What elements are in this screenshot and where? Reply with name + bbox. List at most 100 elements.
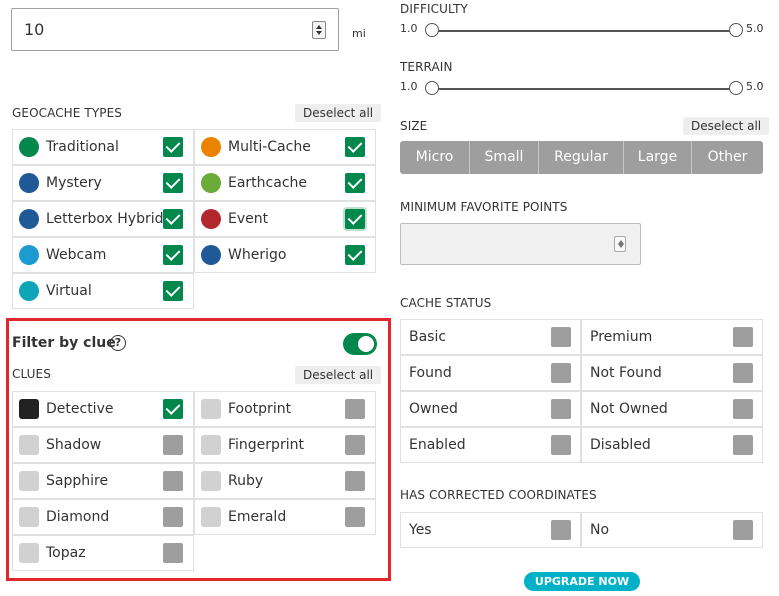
clue-label: Diamond [46, 509, 110, 525]
terrain-label: TERRAIN [400, 60, 453, 74]
clue-checkbox[interactable] [345, 399, 365, 419]
geocache-type-item[interactable]: Wherigo [194, 237, 376, 273]
corrected-coords-label: Yes [409, 522, 432, 538]
geocache-type-label: Virtual [46, 283, 92, 299]
cache-status-checkbox[interactable] [551, 327, 571, 347]
size-option-other[interactable]: Other [692, 141, 763, 174]
terrain-track[interactable] [432, 88, 736, 90]
size-deselect-all[interactable]: Deselect all [683, 117, 770, 135]
clue-checkbox[interactable] [163, 471, 183, 491]
clue-item[interactable]: Sapphire [12, 463, 194, 499]
clue-checkbox[interactable] [163, 507, 183, 527]
clue-item[interactable]: Detective [12, 391, 194, 427]
cache-status-checkbox[interactable] [733, 363, 753, 383]
cache-status-item[interactable]: Owned [400, 391, 581, 427]
difficulty-min-handle[interactable] [425, 23, 439, 37]
cache-status-checkbox[interactable] [551, 399, 571, 419]
clue-label: Ruby [228, 473, 264, 489]
clue-checkbox[interactable] [345, 471, 365, 491]
stepper-down-icon[interactable] [618, 244, 624, 248]
cache-status-label: CACHE STATUS [400, 296, 492, 310]
cache-status-item[interactable]: Not Found [581, 355, 763, 391]
cache-status-checkbox[interactable] [733, 327, 753, 347]
geocache-type-checkbox[interactable] [163, 173, 183, 193]
geocache-type-checkbox[interactable] [163, 209, 183, 229]
wherigo-icon [201, 245, 221, 265]
min-fav-points-input[interactable] [400, 223, 641, 265]
clue-checkbox[interactable] [345, 435, 365, 455]
cache-status-item[interactable]: Premium [581, 319, 763, 355]
stepper-down-icon[interactable] [316, 31, 322, 35]
corrected-coords-label: HAS CORRECTED COORDINATES [400, 488, 597, 502]
cache-status-item[interactable]: Not Owned [581, 391, 763, 427]
clue-checkbox[interactable] [163, 435, 183, 455]
detective-icon [19, 399, 39, 419]
footprint-icon [201, 399, 221, 419]
size-option-small[interactable]: Small [470, 141, 539, 174]
clue-item[interactable]: Diamond [12, 499, 194, 535]
geocache-type-checkbox[interactable] [345, 137, 365, 157]
traditional-icon [19, 137, 39, 157]
cache-status-checkbox[interactable] [733, 435, 753, 455]
clue-checkbox[interactable] [345, 507, 365, 527]
min-fav-points-stepper[interactable] [614, 236, 626, 252]
clue-item[interactable]: Fingerprint [194, 427, 376, 463]
geocache-type-checkbox[interactable] [345, 173, 365, 193]
cache-status-item[interactable]: Disabled [581, 427, 763, 463]
corrected-coords-item[interactable]: Yes [400, 512, 581, 548]
cache-status-checkbox[interactable] [733, 399, 753, 419]
clue-item[interactable]: Topaz [12, 535, 194, 571]
cache-status-label: Not Found [590, 365, 662, 381]
geocache-type-checkbox[interactable] [163, 245, 183, 265]
emerald-icon [201, 507, 221, 527]
clues-deselect-all[interactable]: Deselect all [295, 366, 382, 384]
clue-item[interactable]: Ruby [194, 463, 376, 499]
cache-status-checkbox[interactable] [551, 363, 571, 383]
geocache-type-item[interactable]: Earthcache [194, 165, 376, 201]
geocache-type-checkbox[interactable] [345, 245, 365, 265]
size-option-large[interactable]: Large [624, 141, 692, 174]
geocache-type-item[interactable]: Virtual [12, 273, 194, 309]
cache-status-label: Premium [590, 329, 653, 345]
cache-status-item[interactable]: Enabled [400, 427, 581, 463]
clue-checkbox[interactable] [163, 399, 183, 419]
cache-status-label: Disabled [590, 437, 651, 453]
ruby-icon [201, 471, 221, 491]
fingerprint-icon [201, 435, 221, 455]
geocache-type-checkbox[interactable] [163, 137, 183, 157]
clue-item[interactable]: Emerald [194, 499, 376, 535]
geocache-type-item[interactable]: Letterbox Hybrid [12, 201, 194, 237]
distance-stepper[interactable] [312, 21, 326, 39]
filter-by-clue-toggle[interactable] [343, 333, 377, 355]
corrected-coords-checkbox[interactable] [733, 520, 753, 540]
size-option-micro[interactable]: Micro [400, 141, 470, 174]
clue-item[interactable]: Shadow [12, 427, 194, 463]
cache-status-label: Not Owned [590, 401, 668, 417]
geocache-type-checkbox[interactable] [345, 209, 365, 229]
geocache-types-deselect-all[interactable]: Deselect all [295, 104, 382, 122]
stepper-up-icon[interactable] [316, 25, 322, 29]
upgrade-now-button[interactable]: UPGRADE NOW [524, 572, 640, 591]
cache-status-checkbox[interactable] [551, 435, 571, 455]
cache-status-item[interactable]: Found [400, 355, 581, 391]
size-option-regular[interactable]: Regular [539, 141, 624, 174]
geocache-type-item[interactable]: Event [194, 201, 376, 237]
geocache-type-item[interactable]: Webcam [12, 237, 194, 273]
geocache-type-item[interactable]: Multi-Cache [194, 129, 376, 165]
clue-checkbox[interactable] [163, 543, 183, 563]
terrain-min-handle[interactable] [425, 81, 439, 95]
geocache-type-checkbox[interactable] [163, 281, 183, 301]
corrected-coords-item[interactable]: No [581, 512, 763, 548]
help-icon[interactable]: ? [110, 335, 126, 351]
clue-item[interactable]: Footprint [194, 391, 376, 427]
difficulty-track[interactable] [432, 30, 736, 32]
geocache-type-label: Mystery [46, 175, 102, 191]
clue-label: Detective [46, 401, 114, 417]
geocache-type-item[interactable]: Traditional [12, 129, 194, 165]
corrected-coords-checkbox[interactable] [551, 520, 571, 540]
difficulty-max-handle[interactable] [729, 23, 743, 37]
cache-status-item[interactable]: Basic [400, 319, 581, 355]
geocache-type-item[interactable]: Mystery [12, 165, 194, 201]
terrain-max-handle[interactable] [729, 81, 743, 95]
distance-input[interactable]: 10 [11, 8, 339, 51]
